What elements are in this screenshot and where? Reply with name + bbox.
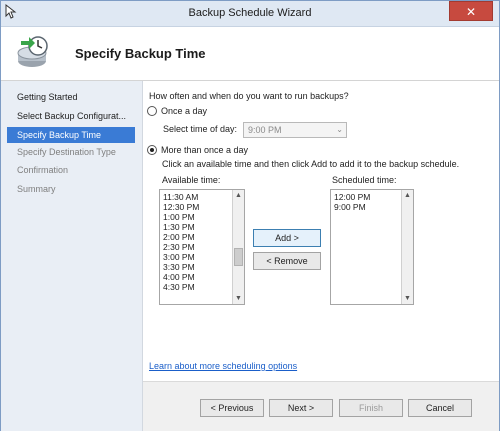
add-instruction: Click an available time and then click A… (162, 159, 460, 169)
scheduling-options-link[interactable]: Learn about more scheduling options (149, 361, 297, 371)
select-time-label: Select time of day: (163, 124, 238, 134)
step-summary: Summary (17, 184, 56, 194)
once-a-day-label[interactable]: Once a day (161, 106, 207, 116)
scroll-thumb[interactable] (234, 248, 243, 266)
step-confirmation: Confirmation (17, 165, 69, 175)
backup-schedule-icon (17, 36, 48, 67)
cancel-button[interactable]: Cancel (408, 399, 472, 417)
remove-button[interactable]: < Remove (253, 252, 321, 270)
add-button[interactable]: Add > (253, 229, 321, 247)
chevron-down-icon: ⌄ (336, 125, 343, 134)
wizard-header: Specify Backup Time (1, 27, 499, 81)
available-time-label: Available time: (162, 175, 221, 185)
frequency-question: How often and when do you want to run ba… (149, 91, 349, 101)
scroll-up-icon[interactable]: ▲ (402, 190, 413, 201)
step-getting-started[interactable]: Getting Started (7, 89, 135, 105)
wizard-steps-sidebar: Getting Started Select Backup Configurat… (1, 81, 143, 431)
close-button[interactable]: ✕ (449, 1, 493, 21)
time-of-day-value: 9:00 PM (248, 125, 282, 135)
time-of-day-dropdown[interactable]: 9:00 PM ⌄ (243, 122, 347, 138)
finish-button: Finish (339, 399, 403, 417)
scroll-up-icon[interactable]: ▲ (233, 190, 244, 201)
scroll-down-icon[interactable]: ▼ (402, 293, 413, 304)
scheduled-time-label: Scheduled time: (332, 175, 397, 185)
window-title: Backup Schedule Wizard (188, 7, 312, 19)
step-specify-destination-type: Specify Destination Type (17, 147, 116, 157)
more-than-once-radio[interactable] (147, 145, 157, 155)
step-specify-backup-time[interactable]: Specify Backup Time (7, 127, 135, 143)
content-panel: How often and when do you want to run ba… (143, 81, 499, 381)
page-title: Specify Backup Time (75, 46, 206, 61)
wizard-footer: < Previous Next > Finish Cancel (143, 381, 499, 431)
available-list-scrollbar[interactable]: ▲ ▼ (232, 190, 244, 304)
available-time-list[interactable]: 11:30 AM 12:30 PM 1:00 PM 1:30 PM 2:00 P… (159, 189, 245, 305)
step-select-backup-configuration[interactable]: Select Backup Configurat... (7, 108, 135, 124)
title-bar[interactable]: Backup Schedule Wizard ✕ (1, 1, 499, 27)
scheduled-list-scrollbar[interactable]: ▲ ▼ (401, 190, 413, 304)
scroll-down-icon[interactable]: ▼ (233, 293, 244, 304)
next-button[interactable]: Next > (269, 399, 333, 417)
once-a-day-radio[interactable] (147, 106, 157, 116)
scheduled-time-list[interactable]: 12:00 PM 9:00 PM ▲ ▼ (330, 189, 414, 305)
more-than-once-label[interactable]: More than once a day (161, 145, 248, 155)
wizard-window: Backup Schedule Wizard ✕ Specify Backup … (0, 0, 500, 431)
previous-button[interactable]: < Previous (200, 399, 264, 417)
